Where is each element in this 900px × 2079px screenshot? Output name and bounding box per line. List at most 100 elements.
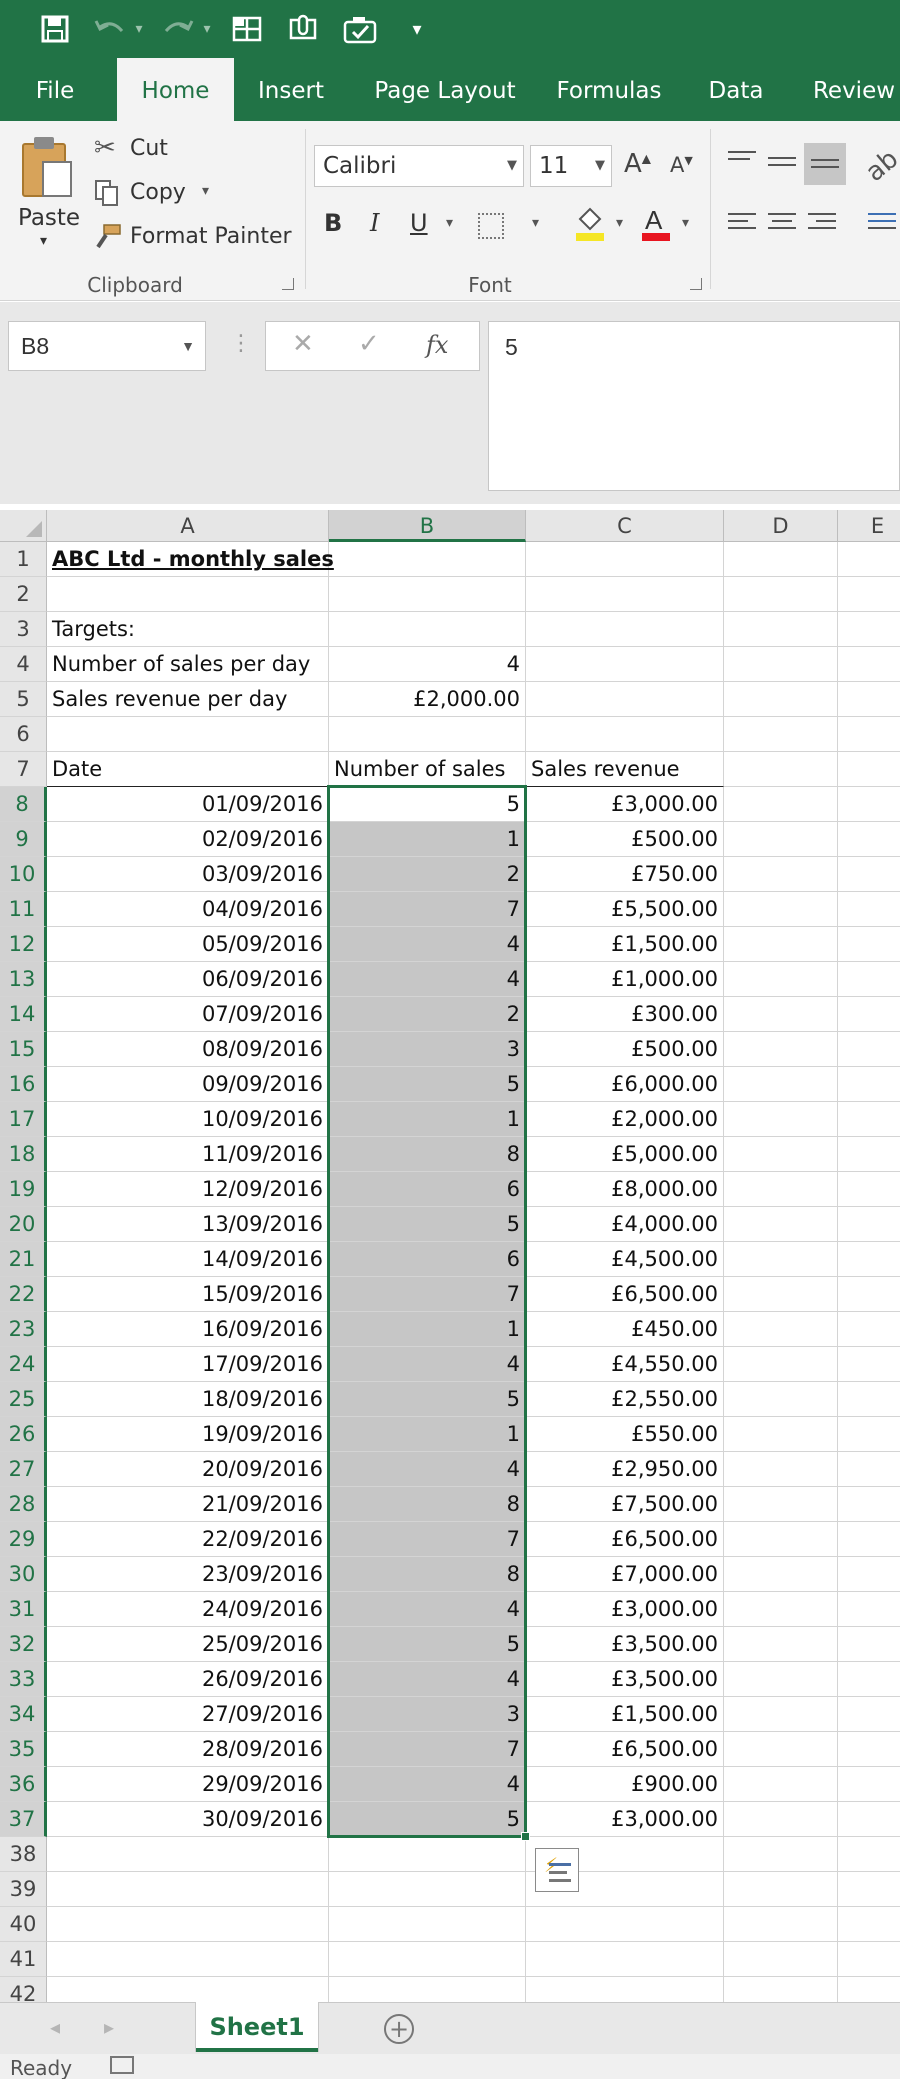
revenue-cell[interactable]: £7,000.00	[526, 1557, 724, 1592]
empty-cell[interactable]	[724, 997, 838, 1032]
sales-count-cell[interactable]: 8	[329, 1487, 526, 1522]
middle-align-icon[interactable]	[768, 157, 796, 179]
empty-cell[interactable]	[724, 1592, 838, 1627]
row-header-19[interactable]: 19	[0, 1172, 47, 1207]
revenue-cell[interactable]: £6,500.00	[526, 1522, 724, 1557]
sales-count-cell[interactable]: 1	[329, 1312, 526, 1347]
sales-count-cell[interactable]: 5	[329, 1802, 526, 1837]
row-header-30[interactable]: 30	[0, 1557, 47, 1592]
empty-cell[interactable]	[838, 1872, 900, 1907]
empty-cell[interactable]	[724, 1522, 838, 1557]
empty-cell[interactable]	[838, 1032, 900, 1067]
date-cell[interactable]: 11/09/2016	[47, 1137, 329, 1172]
empty-cell[interactable]	[724, 1067, 838, 1102]
revenue-cell[interactable]: £6,500.00	[526, 1277, 724, 1312]
empty-cell[interactable]	[724, 1452, 838, 1487]
revenue-cell[interactable]: £6,000.00	[526, 1067, 724, 1102]
select-all-button[interactable]	[0, 510, 47, 542]
date-cell[interactable]: 06/09/2016	[47, 962, 329, 997]
empty-cell[interactable]	[47, 1942, 329, 1977]
empty-cell[interactable]	[838, 717, 900, 752]
row-header-6[interactable]: 6	[0, 717, 47, 752]
empty-cell[interactable]	[838, 787, 900, 822]
row-header-24[interactable]: 24	[0, 1347, 47, 1382]
customize-toolbar-icon[interactable]: ▾	[406, 10, 428, 48]
date-cell[interactable]: 13/09/2016	[47, 1207, 329, 1242]
date-cell[interactable]: 26/09/2016	[47, 1662, 329, 1697]
empty-cell[interactable]	[838, 1242, 900, 1277]
empty-cell[interactable]	[838, 962, 900, 997]
sales-count-cell[interactable]: 6	[329, 1242, 526, 1277]
row-header-5[interactable]: 5	[0, 682, 47, 717]
empty-cell[interactable]	[724, 682, 838, 717]
empty-cell[interactable]	[838, 1802, 900, 1837]
revenue-cell[interactable]: £2,950.00	[526, 1452, 724, 1487]
date-cell[interactable]: 12/09/2016	[47, 1172, 329, 1207]
redo-dropdown-icon[interactable]: ▾	[200, 10, 214, 48]
empty-cell[interactable]	[724, 612, 838, 647]
revenue-cell[interactable]: £300.00	[526, 997, 724, 1032]
empty-cell[interactable]	[838, 1907, 900, 1942]
empty-cell[interactable]	[838, 1942, 900, 1977]
empty-cell[interactable]	[724, 962, 838, 997]
date-cell[interactable]: 10/09/2016	[47, 1102, 329, 1137]
orientation-icon[interactable]: ab	[860, 144, 900, 188]
sales-count-cell[interactable]: 1	[329, 1102, 526, 1137]
empty-cell[interactable]	[838, 682, 900, 717]
underline-dropdown-icon[interactable]: ▾	[446, 215, 453, 231]
empty-cell[interactable]	[838, 612, 900, 647]
target-revenue-label-cell[interactable]: Sales revenue per day	[47, 682, 329, 717]
empty-cell[interactable]	[724, 1242, 838, 1277]
row-header-26[interactable]: 26	[0, 1417, 47, 1452]
row-header-13[interactable]: 13	[0, 962, 47, 997]
row-header-23[interactable]: 23	[0, 1312, 47, 1347]
font-name-select[interactable]: Calibri ▼	[314, 145, 524, 187]
sales-count-cell[interactable]: 4	[329, 1592, 526, 1627]
empty-cell[interactable]	[526, 682, 724, 717]
row-header-25[interactable]: 25	[0, 1382, 47, 1417]
revenue-cell[interactable]: £6,500.00	[526, 1732, 724, 1767]
sales-count-cell[interactable]: 2	[329, 997, 526, 1032]
scroll-right-icon[interactable]: ▸	[104, 2015, 114, 2039]
row-header-20[interactable]: 20	[0, 1207, 47, 1242]
empty-cell[interactable]	[329, 612, 526, 647]
empty-cell[interactable]	[838, 822, 900, 857]
row-header-10[interactable]: 10	[0, 857, 47, 892]
date-cell[interactable]: 09/09/2016	[47, 1067, 329, 1102]
sales-count-cell[interactable]: 5	[329, 1627, 526, 1662]
row-header-14[interactable]: 14	[0, 997, 47, 1032]
revenue-cell[interactable]: £4,500.00	[526, 1242, 724, 1277]
macro-recording-icon[interactable]	[110, 2056, 134, 2074]
empty-cell[interactable]	[838, 997, 900, 1032]
tab-formulas[interactable]: Formulas	[550, 58, 668, 121]
empty-cell[interactable]	[724, 1382, 838, 1417]
empty-cell[interactable]	[724, 1837, 838, 1872]
sales-count-cell[interactable]: 5	[329, 1067, 526, 1102]
date-cell[interactable]: 21/09/2016	[47, 1487, 329, 1522]
date-cell[interactable]: 07/09/2016	[47, 997, 329, 1032]
revenue-cell[interactable]: £1,500.00	[526, 1697, 724, 1732]
empty-cell[interactable]	[838, 1417, 900, 1452]
empty-cell[interactable]	[838, 1452, 900, 1487]
row-header-27[interactable]: 27	[0, 1452, 47, 1487]
empty-cell[interactable]	[724, 647, 838, 682]
empty-cell[interactable]	[838, 1207, 900, 1242]
row-header-38[interactable]: 38	[0, 1837, 47, 1872]
row-header-2[interactable]: 2	[0, 577, 47, 612]
empty-cell[interactable]	[47, 1977, 329, 2002]
row-header-9[interactable]: 9	[0, 822, 47, 857]
sales-count-cell[interactable]: 5	[329, 1207, 526, 1242]
empty-cell[interactable]	[724, 1487, 838, 1522]
row-header-29[interactable]: 29	[0, 1522, 47, 1557]
row-header-16[interactable]: 16	[0, 1067, 47, 1102]
empty-cell[interactable]	[47, 577, 329, 612]
empty-cell[interactable]	[724, 822, 838, 857]
date-cell[interactable]: 29/09/2016	[47, 1767, 329, 1802]
header-date-cell[interactable]: Date	[47, 752, 329, 787]
header-sales-revenue-cell[interactable]: Sales revenue	[526, 752, 724, 787]
font-color-icon[interactable]: A	[640, 205, 672, 243]
date-cell[interactable]: 15/09/2016	[47, 1277, 329, 1312]
empty-cell[interactable]	[724, 1732, 838, 1767]
empty-cell[interactable]	[329, 1872, 526, 1907]
empty-cell[interactable]	[724, 1872, 838, 1907]
